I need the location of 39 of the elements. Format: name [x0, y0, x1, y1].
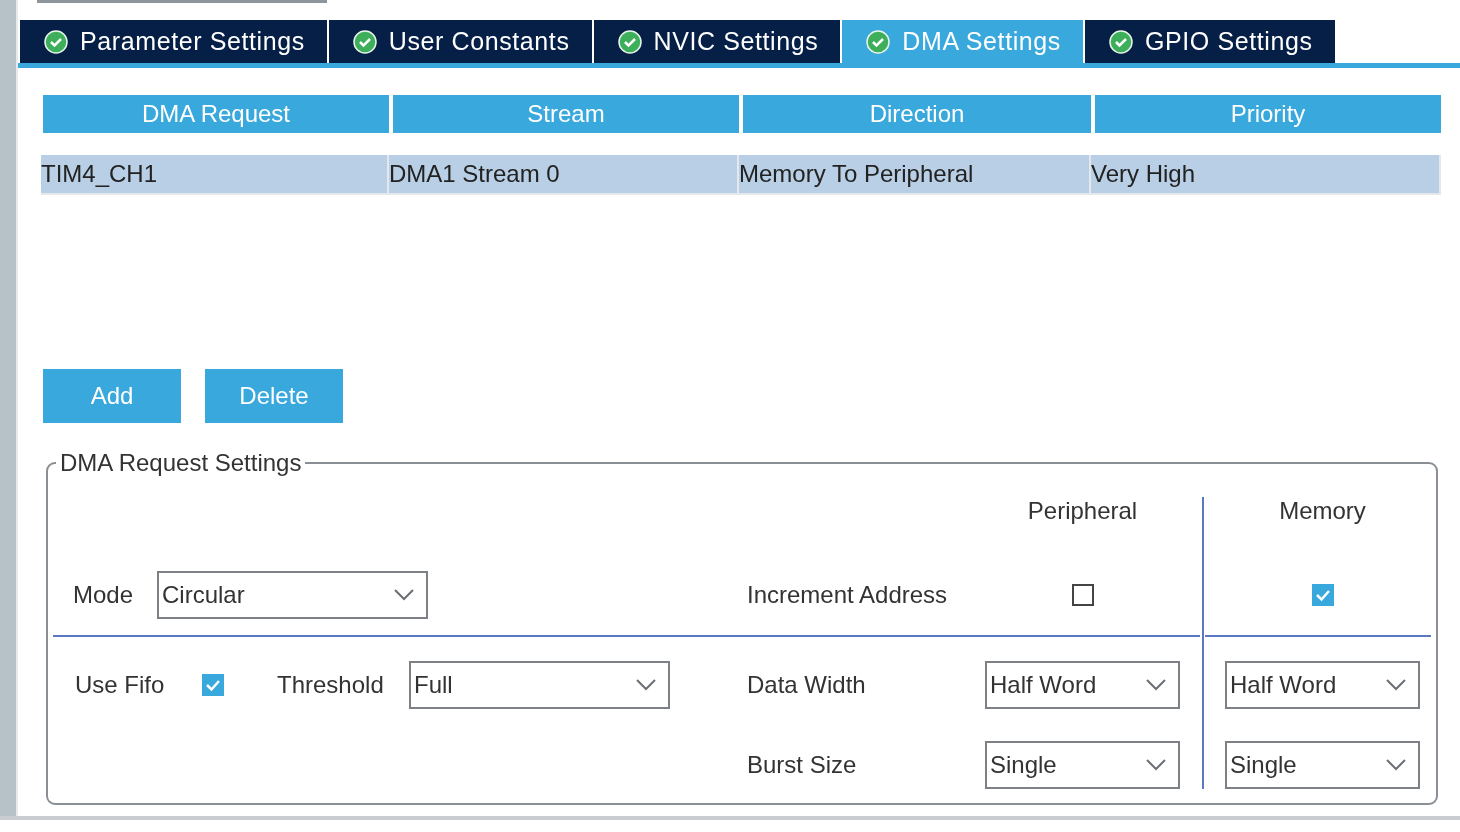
tab[interactable]: Parameter Settings — [20, 20, 327, 63]
checkbox[interactable] — [1311, 584, 1334, 606]
chevron-down-icon — [394, 589, 414, 601]
table-cell: DMA1 Stream 0 — [389, 155, 739, 193]
table-cell: Very High — [1091, 155, 1441, 193]
tab[interactable]: User Constants — [328, 20, 592, 63]
field-label: Burst Size — [747, 751, 858, 779]
check-circle-icon — [44, 29, 68, 54]
dropdown[interactable]: Full — [409, 661, 670, 709]
group-title: DMA Request Settings — [59, 449, 303, 477]
chevron-down-icon — [636, 679, 656, 691]
field-label: Mode — [73, 581, 135, 609]
checkbox[interactable] — [202, 674, 224, 696]
dropdown[interactable]: Half Word — [985, 661, 1180, 709]
field-label: Increment Address — [747, 581, 949, 609]
check-circle-icon — [352, 29, 377, 54]
check-circle-icon — [617, 29, 642, 54]
check-circle-icon — [866, 29, 891, 54]
field-label: Use Fifo — [75, 671, 166, 699]
dropdown[interactable]: Half Word — [1225, 661, 1420, 709]
column-label: Memory — [1279, 497, 1366, 525]
chevron-down-icon — [1386, 679, 1406, 691]
column-label: Peripheral — [1027, 497, 1138, 525]
table-row[interactable]: TIM4_CH1 DMA1 Stream 0 Memory To Peripheral Very High — [41, 155, 1441, 195]
tab[interactable]: GPIO Settings — [1084, 20, 1335, 63]
dropdown[interactable]: Single — [985, 741, 1180, 789]
field-label: Threshold — [277, 671, 385, 699]
table-cell: Memory To Peripheral — [739, 155, 1091, 193]
dropdown[interactable]: Single — [1225, 741, 1420, 789]
table-cell: TIM4_CH1 — [41, 155, 389, 193]
scrollbar[interactable] — [37, 0, 327, 3]
tab[interactable]: NVIC Settings — [593, 20, 841, 63]
checkbox[interactable] — [1071, 584, 1094, 606]
chevron-down-icon — [1386, 759, 1406, 771]
check-circle-icon — [1108, 29, 1133, 54]
chevron-down-icon — [1146, 759, 1166, 771]
chevron-down-icon — [1146, 679, 1166, 691]
dropdown[interactable]: Circular — [157, 571, 428, 619]
field-label: Data Width — [747, 671, 867, 699]
